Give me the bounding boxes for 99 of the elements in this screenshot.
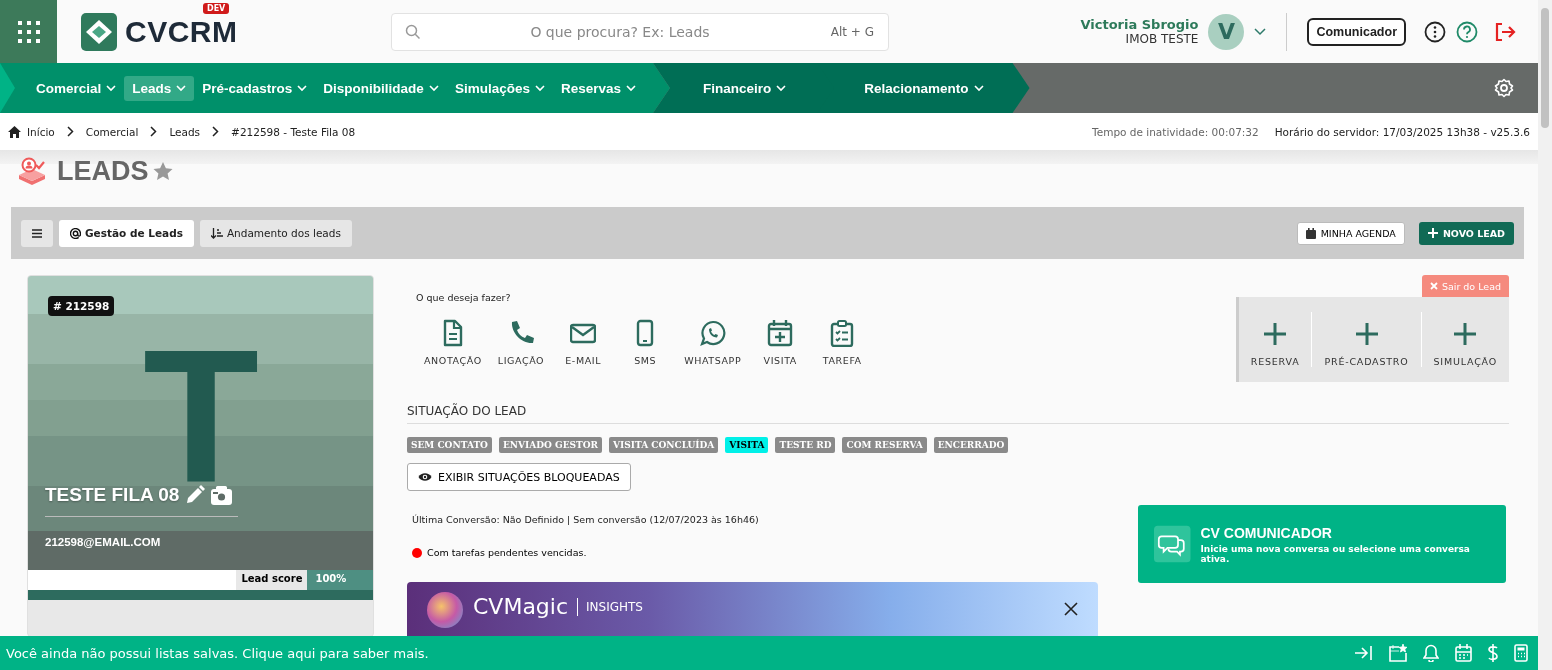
eye-icon — [418, 472, 432, 482]
chevron-down-icon — [297, 84, 308, 92]
view-tab[interactable]: Gestão de Leads — [59, 219, 194, 247]
scrollbar[interactable] — [1538, 0, 1552, 670]
quick-add-button[interactable]: PRÉ-CADASTRO — [1311, 312, 1421, 367]
shortcut-hint: Alt + G — [830, 24, 874, 39]
nav-menu-item[interactable]: Pré-cadastros — [194, 75, 316, 101]
chevron-down-icon — [106, 84, 117, 92]
logo-icon — [81, 12, 117, 51]
agenda-button[interactable]: MINHA AGENDA — [1296, 221, 1405, 245]
calculator-icon[interactable] — [1514, 644, 1528, 662]
chevron-down-icon — [534, 84, 545, 92]
breadcrumb-link[interactable]: Leads — [169, 125, 201, 138]
page-title: LEADS — [57, 155, 149, 187]
nav-menu-item[interactable]: Relacionamento — [856, 75, 992, 101]
plus-icon — [1453, 322, 1478, 346]
new-lead-button[interactable]: NOVO LEAD — [1418, 221, 1514, 245]
search-icon — [405, 23, 421, 40]
lead-id-badge: # 212598 — [48, 296, 115, 316]
user-name: Victoria Sbrogio — [1080, 16, 1199, 32]
nav-menu-item[interactable]: Disponibilidade — [315, 75, 447, 101]
chevron-down-icon — [428, 84, 439, 92]
bell-icon[interactable] — [1423, 644, 1439, 662]
menu-button[interactable] — [21, 219, 53, 247]
apps-menu-button[interactable] — [0, 0, 57, 63]
camera-icon[interactable] — [211, 485, 233, 505]
leads-icon — [17, 157, 47, 185]
card-description: Inicie uma nova conversa ou selecione uma conversa ativa. — [1200, 543, 1471, 564]
actions-prompt: O que deseja fazer? — [416, 292, 511, 303]
menu-icon — [32, 228, 42, 238]
more-options-icon[interactable] — [1424, 20, 1446, 43]
edit-pencil-icon[interactable] — [185, 485, 206, 505]
logout-icon[interactable] — [1494, 21, 1516, 42]
dollar-icon[interactable] — [1488, 644, 1498, 662]
activity-action-button[interactable]: LIGAÇÃO — [489, 319, 553, 366]
plus-icon — [1263, 322, 1288, 346]
chevron-down-icon — [176, 84, 187, 92]
lead-email: 212598@EMAIL.COM — [45, 536, 161, 548]
grid-icon — [16, 19, 41, 44]
user-avatar[interactable]: V — [1208, 13, 1245, 50]
lead-name: TESTE FILA 08 — [45, 484, 180, 506]
overdue-tasks-text: Com tarefas pendentes vencidas. — [427, 547, 587, 558]
plus-icon — [1427, 228, 1438, 238]
nav-menu-item[interactable]: Reservas — [552, 75, 644, 101]
nav-menu-item[interactable]: Financeiro — [695, 75, 795, 101]
communicator-button[interactable]: Comunicador — [1307, 17, 1406, 46]
close-icon — [1429, 282, 1438, 290]
breadcrumb-link[interactable]: Comercial — [85, 125, 139, 138]
orb-icon — [427, 592, 463, 628]
calendar-star-icon[interactable] — [1389, 644, 1407, 662]
plus-icon — [1354, 322, 1379, 346]
breadcrumb-link[interactable]: Início — [27, 125, 55, 138]
activity-action-button[interactable]: E-MAIL — [552, 319, 615, 366]
server-time: Horário do servidor: 17/03/2025 13h38 - v25.3.6 — [1274, 125, 1530, 138]
lead-score-value: 100% — [307, 570, 373, 590]
nav-menu-item[interactable]: Comercial — [28, 75, 125, 101]
user-company: IMOB TESTE — [1125, 31, 1199, 47]
show-blocked-button[interactable]: EXIBIR SITUAÇÕES BLOQUEADAS — [407, 463, 631, 491]
last-conversion-text: Última Conversão: Não Definido | Sem conversão (12/07/2023 às 16h46) — [412, 514, 760, 525]
card-title: CV COMUNICADOR — [1200, 524, 1333, 541]
chevron-right-icon — [66, 126, 74, 137]
status-tag[interactable]: VISITA — [725, 437, 769, 453]
quick-add-button[interactable]: RESERVA — [1238, 312, 1312, 367]
chat-icon — [1154, 525, 1191, 563]
whatsapp-icon — [699, 319, 726, 347]
visit-icon — [767, 319, 794, 347]
section-title: SITUAÇÃO DO LEAD — [407, 404, 1509, 424]
close-icon[interactable] — [1064, 602, 1078, 616]
activity-action-button[interactable]: SMS — [614, 319, 677, 366]
settings-icon[interactable] — [1494, 78, 1514, 98]
chevron-right-icon — [212, 126, 220, 137]
sort-icon — [210, 227, 223, 239]
collapse-icon[interactable] — [1355, 646, 1373, 660]
nav-menu-item[interactable]: Simulações — [446, 75, 553, 101]
lead-score-label: Lead score — [236, 570, 308, 590]
calendar-icon[interactable] — [1455, 644, 1472, 662]
calendar-icon — [1305, 227, 1316, 239]
activity-action-button[interactable]: WHATSAPP — [676, 319, 750, 366]
at-sign-icon — [70, 227, 81, 239]
environment-badge: DEV — [203, 2, 230, 14]
favorite-star-icon[interactable] — [152, 161, 173, 181]
banner-subtitle: INSIGHTS — [577, 598, 643, 616]
idle-time: Tempo de inatividade: 00:07:32 — [1092, 125, 1259, 138]
logo-text: CVCRM — [125, 14, 238, 49]
banner-title: CVMagic — [473, 594, 569, 620]
activity-action-button[interactable]: ANOTAÇÃO — [416, 319, 490, 366]
help-icon[interactable] — [1456, 20, 1478, 43]
view-tab[interactable]: Andamento dos leads — [199, 219, 352, 247]
home-icon[interactable] — [8, 125, 21, 138]
chevron-right-icon — [150, 126, 158, 137]
activity-action-button[interactable]: TAREFA — [811, 319, 874, 366]
chevron-down-icon — [973, 84, 984, 92]
lead-initial: T — [143, 344, 260, 487]
activity-action-button[interactable]: VISITA — [749, 319, 812, 366]
quick-add-button[interactable]: SIMULAÇÃO — [1420, 312, 1509, 367]
chevron-down-icon — [776, 84, 787, 92]
task-icon — [829, 319, 856, 347]
chevron-down-icon — [626, 84, 636, 92]
chevron-down-icon[interactable] — [1254, 27, 1267, 36]
